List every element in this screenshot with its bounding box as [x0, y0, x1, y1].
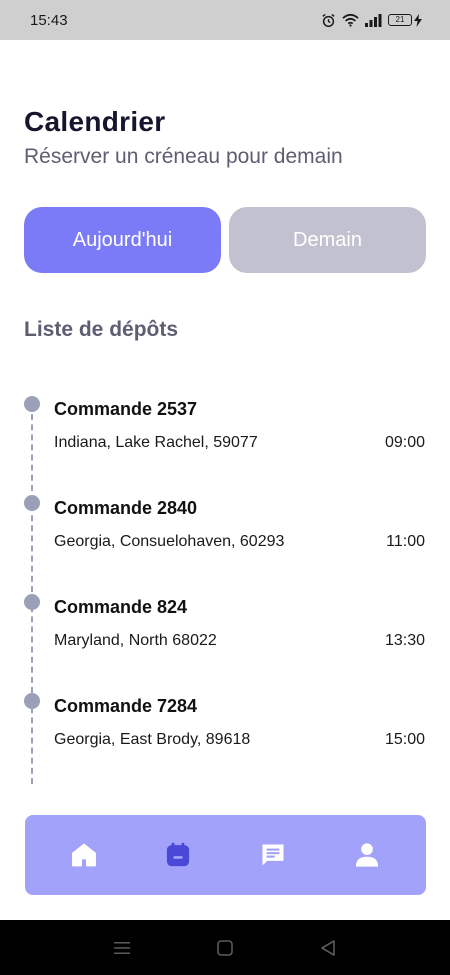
- home-icon: [72, 843, 97, 867]
- status-bar: 15:43 21: [0, 0, 450, 40]
- order-time: 11:00: [386, 533, 425, 550]
- order-time: 13:30: [384, 632, 425, 649]
- list-item[interactable]: Commande 7284 Georgia, East Brody, 89618…: [0, 693, 450, 792]
- back-icon[interactable]: [319, 939, 337, 957]
- recents-icon[interactable]: [113, 940, 131, 956]
- home-button-icon[interactable]: [216, 939, 234, 957]
- order-address: Maryland, North 68022: [54, 632, 217, 649]
- list-item[interactable]: Commande 2537 Indiana, Lake Rachel, 5907…: [0, 396, 450, 495]
- bottom-nav: [25, 815, 426, 895]
- timeline-dot: [24, 396, 40, 412]
- battery-level: 21: [388, 14, 412, 26]
- order-title: Commande 2840: [54, 498, 198, 518]
- alarm-icon: [322, 13, 335, 27]
- page-subtitle: Réserver un créneau pour demain: [24, 145, 343, 168]
- tomorrow-button[interactable]: Demain: [229, 207, 426, 273]
- battery-indicator: 21: [388, 13, 422, 27]
- timeline-dot: [24, 495, 40, 511]
- order-address: Georgia, Consuelohaven, 60293: [54, 533, 285, 550]
- order-title: Commande 2537: [54, 399, 198, 419]
- charging-icon: [414, 13, 422, 27]
- nav-messages-button[interactable]: [248, 830, 298, 880]
- wifi-icon: [342, 13, 359, 27]
- system-nav-bar: [0, 920, 450, 975]
- signal-icon: [365, 13, 382, 27]
- nav-calendar-button[interactable]: [153, 830, 203, 880]
- order-address: Indiana, Lake Rachel, 59077: [54, 434, 258, 451]
- today-button[interactable]: Aujourd'hui: [24, 207, 221, 273]
- chat-icon: [262, 844, 284, 866]
- order-title: Commande 7284: [54, 696, 198, 716]
- status-time: 15:43: [30, 11, 68, 29]
- timeline-dot: [24, 693, 40, 709]
- page-title: Calendrier: [24, 106, 166, 137]
- status-icons: 21: [321, 13, 422, 28]
- order-address: Georgia, East Brody, 89618: [54, 731, 251, 748]
- nav-home-button[interactable]: [59, 830, 109, 880]
- nav-profile-button[interactable]: [342, 830, 392, 880]
- timeline-dot: [24, 594, 40, 610]
- order-time: 09:00: [384, 434, 425, 451]
- list-item[interactable]: Commande 2840 Georgia, Consuelohaven, 60…: [0, 495, 450, 594]
- user-icon: [355, 843, 378, 867]
- deposit-list-title: Liste de dépôts: [24, 318, 179, 341]
- list-item[interactable]: Commande 824 Maryland, North 68022 13:30: [0, 594, 450, 693]
- calendar-icon: [167, 842, 190, 867]
- order-time: 15:00: [384, 731, 425, 748]
- order-title: Commande 824: [54, 597, 188, 617]
